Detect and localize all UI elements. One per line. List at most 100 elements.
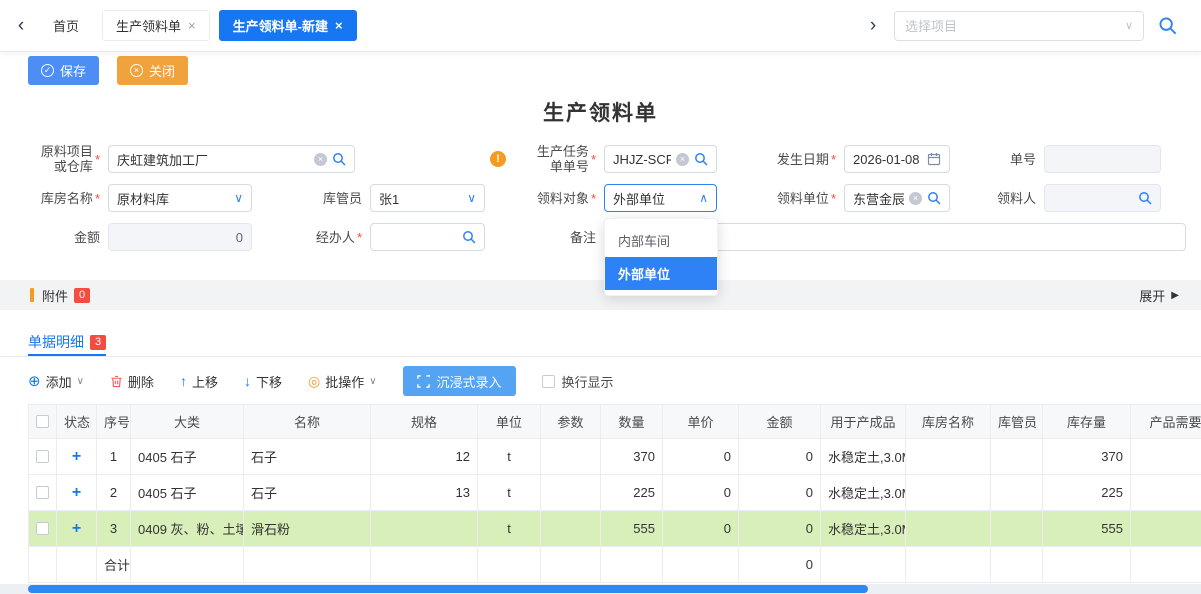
fullscreen-icon xyxy=(417,375,430,388)
material-project-field[interactable]: 庆虹建筑加工厂 × xyxy=(108,145,355,173)
spec-cell[interactable]: 12 xyxy=(371,439,478,475)
plus-icon[interactable]: + xyxy=(72,448,81,465)
row-checkbox[interactable] xyxy=(36,486,49,499)
scrollbar-thumb[interactable] xyxy=(28,585,868,593)
param-cell[interactable] xyxy=(541,511,601,547)
need-cell[interactable] xyxy=(1131,511,1201,547)
warning-icon[interactable]: ! xyxy=(490,151,506,167)
param-cell[interactable] xyxy=(541,475,601,511)
tab-requisition-new[interactable]: 生产领料单-新建 × xyxy=(219,10,357,41)
amount-cell[interactable]: 0 xyxy=(739,475,821,511)
col-price: 单价 xyxy=(663,405,739,439)
status-cell[interactable]: + xyxy=(57,439,97,475)
wrap-display-checkbox[interactable]: 换行显示 xyxy=(542,372,614,391)
status-cell[interactable]: + xyxy=(57,475,97,511)
seq-cell[interactable]: 1 xyxy=(97,439,131,475)
tab-home[interactable]: 首页 xyxy=(39,10,93,41)
row-checkbox[interactable] xyxy=(36,522,49,535)
tabs-scroll-right-icon[interactable]: › xyxy=(864,15,882,37)
select-all-checkbox[interactable] xyxy=(36,415,49,428)
warehouse-cell[interactable] xyxy=(906,475,991,511)
required-marker: * xyxy=(831,152,836,167)
qty-cell[interactable]: 225 xyxy=(601,475,663,511)
need-cell[interactable] xyxy=(1131,439,1201,475)
close-icon[interactable]: × xyxy=(188,19,196,32)
keeper-cell[interactable] xyxy=(991,475,1043,511)
batch-ops-button[interactable]: ◎ 批操作 ∨ xyxy=(308,372,377,391)
stock-cell[interactable]: 370 xyxy=(1043,439,1131,475)
add-row-button[interactable]: ⊕ 添加 ∨ xyxy=(28,372,84,391)
category-cell[interactable]: 0409 灰、粉、土壤 xyxy=(131,511,244,547)
keeper-cell[interactable] xyxy=(991,511,1043,547)
expand-button[interactable]: 展开 ▶ xyxy=(1139,286,1179,305)
label-material-project: 原料项目或仓库* xyxy=(14,145,100,173)
agent-field[interactable] xyxy=(370,223,485,251)
close-icon[interactable]: × xyxy=(335,19,343,32)
tabs-scroll-left-icon[interactable]: ‹ xyxy=(12,15,30,37)
unit-field[interactable]: 东营金辰建 × xyxy=(844,184,950,212)
qty-cell[interactable]: 370 xyxy=(601,439,663,475)
price-cell[interactable]: 0 xyxy=(663,511,739,547)
keeper-cell[interactable] xyxy=(991,439,1043,475)
delete-row-button[interactable]: 删除 xyxy=(110,372,154,391)
required-marker: * xyxy=(357,230,362,245)
dropdown-option-external[interactable]: 外部单位 xyxy=(605,257,717,290)
plus-icon[interactable]: + xyxy=(72,520,81,537)
product-cell[interactable]: 水稳定土,3.0M xyxy=(821,475,906,511)
need-cell[interactable] xyxy=(1131,475,1201,511)
window-tab-bar: ‹ 首页 生产领料单 × 生产领料单-新建 × › 选择项目 ∨ xyxy=(0,0,1201,52)
col-warehouse: 库房名称 xyxy=(906,405,991,439)
warehouse-cell[interactable] xyxy=(906,439,991,475)
target-select[interactable]: 外部单位 ∧ xyxy=(604,184,717,212)
warehouse-select[interactable]: 原材料库 ∨ xyxy=(108,184,252,212)
spec-cell[interactable]: 13 xyxy=(371,475,478,511)
unit-cell[interactable]: t xyxy=(478,439,541,475)
move-up-button[interactable]: ↑ 上移 xyxy=(180,372,218,391)
tab-requisition-list[interactable]: 生产领料单 × xyxy=(102,10,210,41)
checkbox-icon[interactable] xyxy=(542,375,555,388)
search-icon[interactable] xyxy=(1158,16,1177,35)
name-cell[interactable]: 滑石粉 xyxy=(244,511,371,547)
product-cell[interactable]: 水稳定土,3.0M xyxy=(821,439,906,475)
product-cell[interactable]: 水稳定土,3.0M xyxy=(821,511,906,547)
dropdown-option-internal[interactable]: 内部车间 xyxy=(605,224,717,257)
category-cell[interactable]: 0405 石子 xyxy=(131,439,244,475)
clear-icon[interactable]: × xyxy=(676,153,689,166)
seq-cell[interactable]: 3 xyxy=(97,511,131,547)
spec-cell[interactable] xyxy=(371,511,478,547)
clear-icon[interactable]: × xyxy=(314,153,327,166)
col-amount: 金额 xyxy=(739,405,821,439)
date-field[interactable]: 2026-01-08 xyxy=(844,145,950,173)
status-cell[interactable]: + xyxy=(57,511,97,547)
amount-cell[interactable]: 0 xyxy=(739,439,821,475)
wrap-label: 换行显示 xyxy=(562,372,614,391)
keeper-select[interactable]: 张1 ∨ xyxy=(370,184,485,212)
stock-cell[interactable]: 225 xyxy=(1043,475,1131,511)
name-cell[interactable]: 石子 xyxy=(244,475,371,511)
row-checkbox[interactable] xyxy=(36,450,49,463)
param-cell[interactable] xyxy=(541,439,601,475)
clear-icon[interactable]: × xyxy=(909,192,922,205)
move-down-button[interactable]: ↓ 下移 xyxy=(244,372,282,391)
save-button[interactable]: ✓ 保存 xyxy=(28,56,99,85)
close-button[interactable]: × 关闭 xyxy=(117,56,188,85)
immersive-entry-button[interactable]: 沉浸式录入 xyxy=(403,366,516,396)
seq-cell[interactable]: 2 xyxy=(97,475,131,511)
picker-field[interactable] xyxy=(1044,184,1161,212)
stock-cell[interactable]: 555 xyxy=(1043,511,1131,547)
amount-cell[interactable]: 0 xyxy=(739,511,821,547)
tab-detail-lines[interactable]: 单据明细 3 xyxy=(28,330,106,356)
qty-cell[interactable]: 555 xyxy=(601,511,663,547)
name-cell[interactable]: 石子 xyxy=(244,439,371,475)
project-select[interactable]: 选择项目 ∨ xyxy=(894,11,1144,41)
arrow-down-icon: ↓ xyxy=(244,374,251,388)
warehouse-cell[interactable] xyxy=(906,511,991,547)
task-no-field[interactable]: JHJZ-SCRV × xyxy=(604,145,717,173)
price-cell[interactable]: 0 xyxy=(663,439,739,475)
price-cell[interactable]: 0 xyxy=(663,475,739,511)
search-icon xyxy=(462,230,476,244)
unit-cell[interactable]: t xyxy=(478,475,541,511)
category-cell[interactable]: 0405 石子 xyxy=(131,475,244,511)
unit-cell[interactable]: t xyxy=(478,511,541,547)
plus-icon[interactable]: + xyxy=(72,484,81,501)
